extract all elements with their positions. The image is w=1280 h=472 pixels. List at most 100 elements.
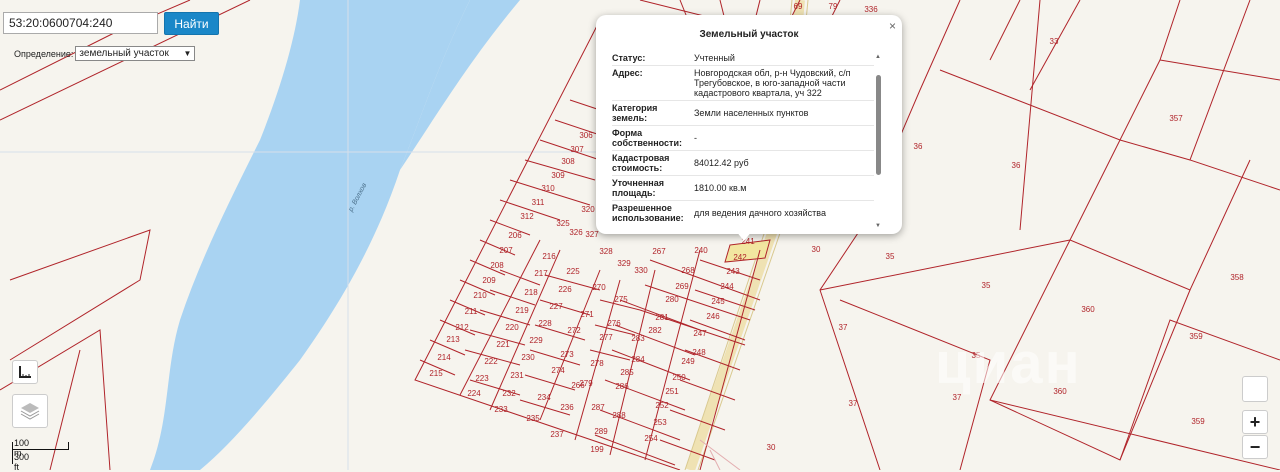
parcel-number: 306 — [579, 131, 593, 140]
parcel-number: 287 — [591, 403, 605, 412]
zoom-out-button[interactable]: − — [1242, 435, 1268, 459]
parcel-number: 308 — [561, 157, 575, 166]
popup-row: Форма собственности: - — [612, 126, 874, 151]
popup-row-key: Статус: — [612, 53, 646, 63]
definition-row: Определение: земельный участок ▼ — [14, 46, 196, 61]
parcel-number: 251 — [665, 387, 679, 396]
popup-row-key: Категория земель: — [612, 103, 658, 123]
popup-row: Уточненная площадь: 1810.00 кв.м — [612, 176, 874, 201]
layers-button[interactable] — [12, 394, 48, 428]
parcel-number: 357 — [1169, 114, 1183, 123]
definition-selected: земельный участок — [79, 48, 169, 59]
parcel-number: 282 — [648, 326, 662, 335]
parcel-number: 307 — [570, 145, 584, 154]
fullscreen-button[interactable] — [1242, 376, 1268, 402]
parcel-number: 30 — [767, 443, 776, 452]
popup-row-value: Земли населенных пунктов — [694, 108, 809, 118]
parcel-number: 216 — [542, 252, 556, 261]
parcel-number: 242 — [733, 253, 747, 262]
parcel-number: 232 — [502, 389, 516, 398]
parcel-number: 254 — [644, 434, 658, 443]
parcel-number: 359 — [1189, 332, 1203, 341]
popup-row: Статус: Учтенный — [612, 51, 874, 66]
parcel-number: 320 — [581, 205, 595, 214]
parcel-number: 223 — [475, 374, 489, 383]
parcel-number: 214 — [437, 353, 451, 362]
parcel-number: 212 — [455, 323, 469, 332]
scroll-thumb[interactable] — [876, 75, 881, 175]
popup-row: Кадастровая стоимость: 84012.42 руб — [612, 151, 874, 176]
popup-row: Адрес: Новгородская обл, р-н Чудовский, с… — [612, 66, 874, 101]
parcel-number: 253 — [653, 418, 667, 427]
popup-row-value: Новгородская обл, р-н Чудовский, с/п Тре… — [694, 68, 851, 98]
popup-tail — [736, 231, 752, 241]
popup-row-value: Учтенный — [694, 53, 735, 63]
parcel-number: 246 — [706, 312, 720, 321]
parcel-number: 211 — [465, 307, 478, 316]
popup-scrollbar[interactable]: ▲ ▼ — [875, 54, 882, 229]
popup-table: Статус: Учтенный Адрес: Новгородская обл, р… — [612, 51, 874, 223]
zoom-in-button[interactable]: + — [1242, 410, 1268, 434]
parcel-number: 270 — [592, 283, 606, 292]
parcel-number: 272 — [567, 326, 581, 335]
parcel-number: 230 — [521, 353, 535, 362]
parcel-number: 286 — [615, 382, 629, 391]
popup-row-key: Уточненная площадь: — [612, 178, 664, 198]
parcel-number: 240 — [694, 246, 708, 255]
parcel-number: 284 — [631, 355, 645, 364]
parcel-number: 358 — [1230, 273, 1244, 282]
popup-row-key: Кадастровая стоимость: — [612, 153, 670, 173]
popup-row-key: Разрешенное использование: — [612, 203, 684, 223]
parcel-number: 327 — [585, 230, 599, 239]
parcel-number: 209 — [482, 276, 496, 285]
parcel-number: 276 — [607, 319, 621, 328]
parcel-number: 234 — [537, 393, 551, 402]
parcel-number: 222 — [484, 357, 498, 366]
search-input[interactable]: 53:20:0600704:240 — [3, 12, 158, 34]
parcel-number: 236 — [560, 403, 574, 412]
parcel-number: 237 — [550, 430, 564, 439]
parcel-number: 275 — [614, 295, 628, 304]
parcel-number: 288 — [612, 411, 626, 420]
parcel-number: 309 — [551, 171, 565, 180]
parcel-number: 277 — [599, 333, 613, 342]
watermark: циан — [935, 331, 1082, 396]
popup-row-value: 84012.42 руб — [694, 158, 749, 168]
popup-row-value: для ведения дачного хозяйства — [694, 208, 826, 218]
close-icon[interactable]: × — [889, 19, 896, 33]
parcel-number: 37 — [839, 323, 848, 332]
find-button[interactable]: Найти — [164, 12, 219, 35]
parcel-number: 312 — [520, 212, 534, 221]
parcel-number: 245 — [711, 297, 725, 306]
scroll-up-icon[interactable]: ▲ — [875, 54, 881, 60]
parcel-number: 278 — [590, 359, 604, 368]
parcel-number: 330 — [634, 266, 648, 275]
popup-row-value: 1810.00 кв.м — [694, 183, 747, 193]
parcel-number: 208 — [490, 261, 504, 270]
parcel-number: 218 — [524, 288, 538, 297]
popup-row: Разрешенное использование: для ведения да… — [612, 201, 874, 223]
parcel-number: 221 — [496, 340, 510, 349]
parcel-number: 325 — [556, 219, 570, 228]
parcel-number: 33 — [1050, 37, 1059, 46]
parcel-number: 35 — [886, 252, 895, 261]
definition-select[interactable]: земельный участок ▼ — [75, 46, 196, 61]
parcel-number: 311 — [532, 198, 545, 207]
parcel-number: 30 — [812, 245, 821, 254]
parcel-number: 225 — [566, 267, 580, 276]
parcel-number: 229 — [529, 336, 543, 345]
parcel-number: 235 — [526, 414, 540, 423]
popup-row-value: - — [694, 133, 697, 143]
parcel-number: 269 — [675, 282, 689, 291]
parcel-number: 252 — [655, 401, 669, 410]
parcel-number: 233 — [494, 405, 508, 414]
scroll-down-icon[interactable]: ▼ — [875, 223, 881, 229]
parcel-number: 360 — [1081, 305, 1095, 314]
parcel-number: 267 — [652, 247, 666, 256]
measure-button[interactable] — [12, 360, 38, 384]
popup-title: Земельный участок — [699, 29, 799, 40]
layers-icon — [20, 403, 40, 420]
parcel-number: 217 — [534, 269, 548, 278]
parcel-number: 227 — [549, 302, 563, 311]
parcel-number: 36 — [1012, 161, 1021, 170]
